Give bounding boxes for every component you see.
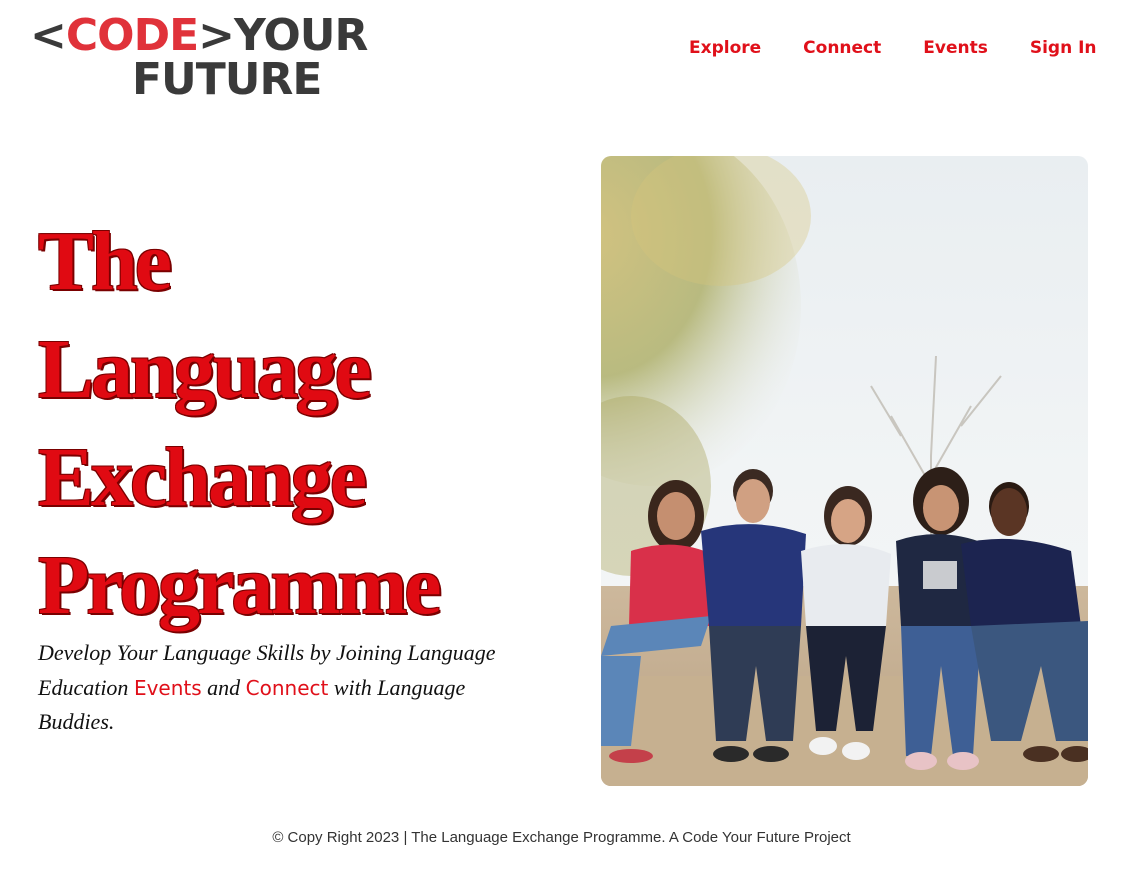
nav-events-link[interactable]: Events	[902, 38, 1009, 62]
hero-title-line: Language	[38, 323, 372, 416]
nav-explore-link[interactable]: Explore	[668, 38, 782, 62]
logo-future-text: FUTURE	[132, 54, 322, 105]
events-inline-link[interactable]: Events	[134, 676, 202, 700]
nav-sign-in-link[interactable]: Sign In	[1009, 38, 1118, 62]
footer-copyright: © Copy Right 2023 | The Language Exchang…	[272, 829, 851, 846]
hero-photo-group-of-friends	[601, 156, 1088, 786]
hero-title-line: Programme	[38, 539, 442, 632]
site-logo[interactable]: <CODE>YOUR FUTURE	[30, 14, 368, 106]
connect-inline-link[interactable]: Connect	[246, 676, 329, 700]
main-nav: Explore Connect Events Sign In	[668, 38, 1118, 62]
hero-subtitle-text: and	[201, 674, 246, 700]
hero-title: The Language Exchange Programme	[38, 208, 558, 640]
logo-open-bracket: <	[30, 10, 67, 61]
hero-title-line: The	[38, 215, 172, 308]
logo-row-code-your: <CODE>YOUR	[30, 14, 368, 58]
hero-title-line: Exchange	[38, 431, 367, 524]
hero-subtitle: Develop Your Language Skills by Joining …	[38, 636, 538, 740]
nav-connect-link[interactable]: Connect	[782, 38, 902, 62]
